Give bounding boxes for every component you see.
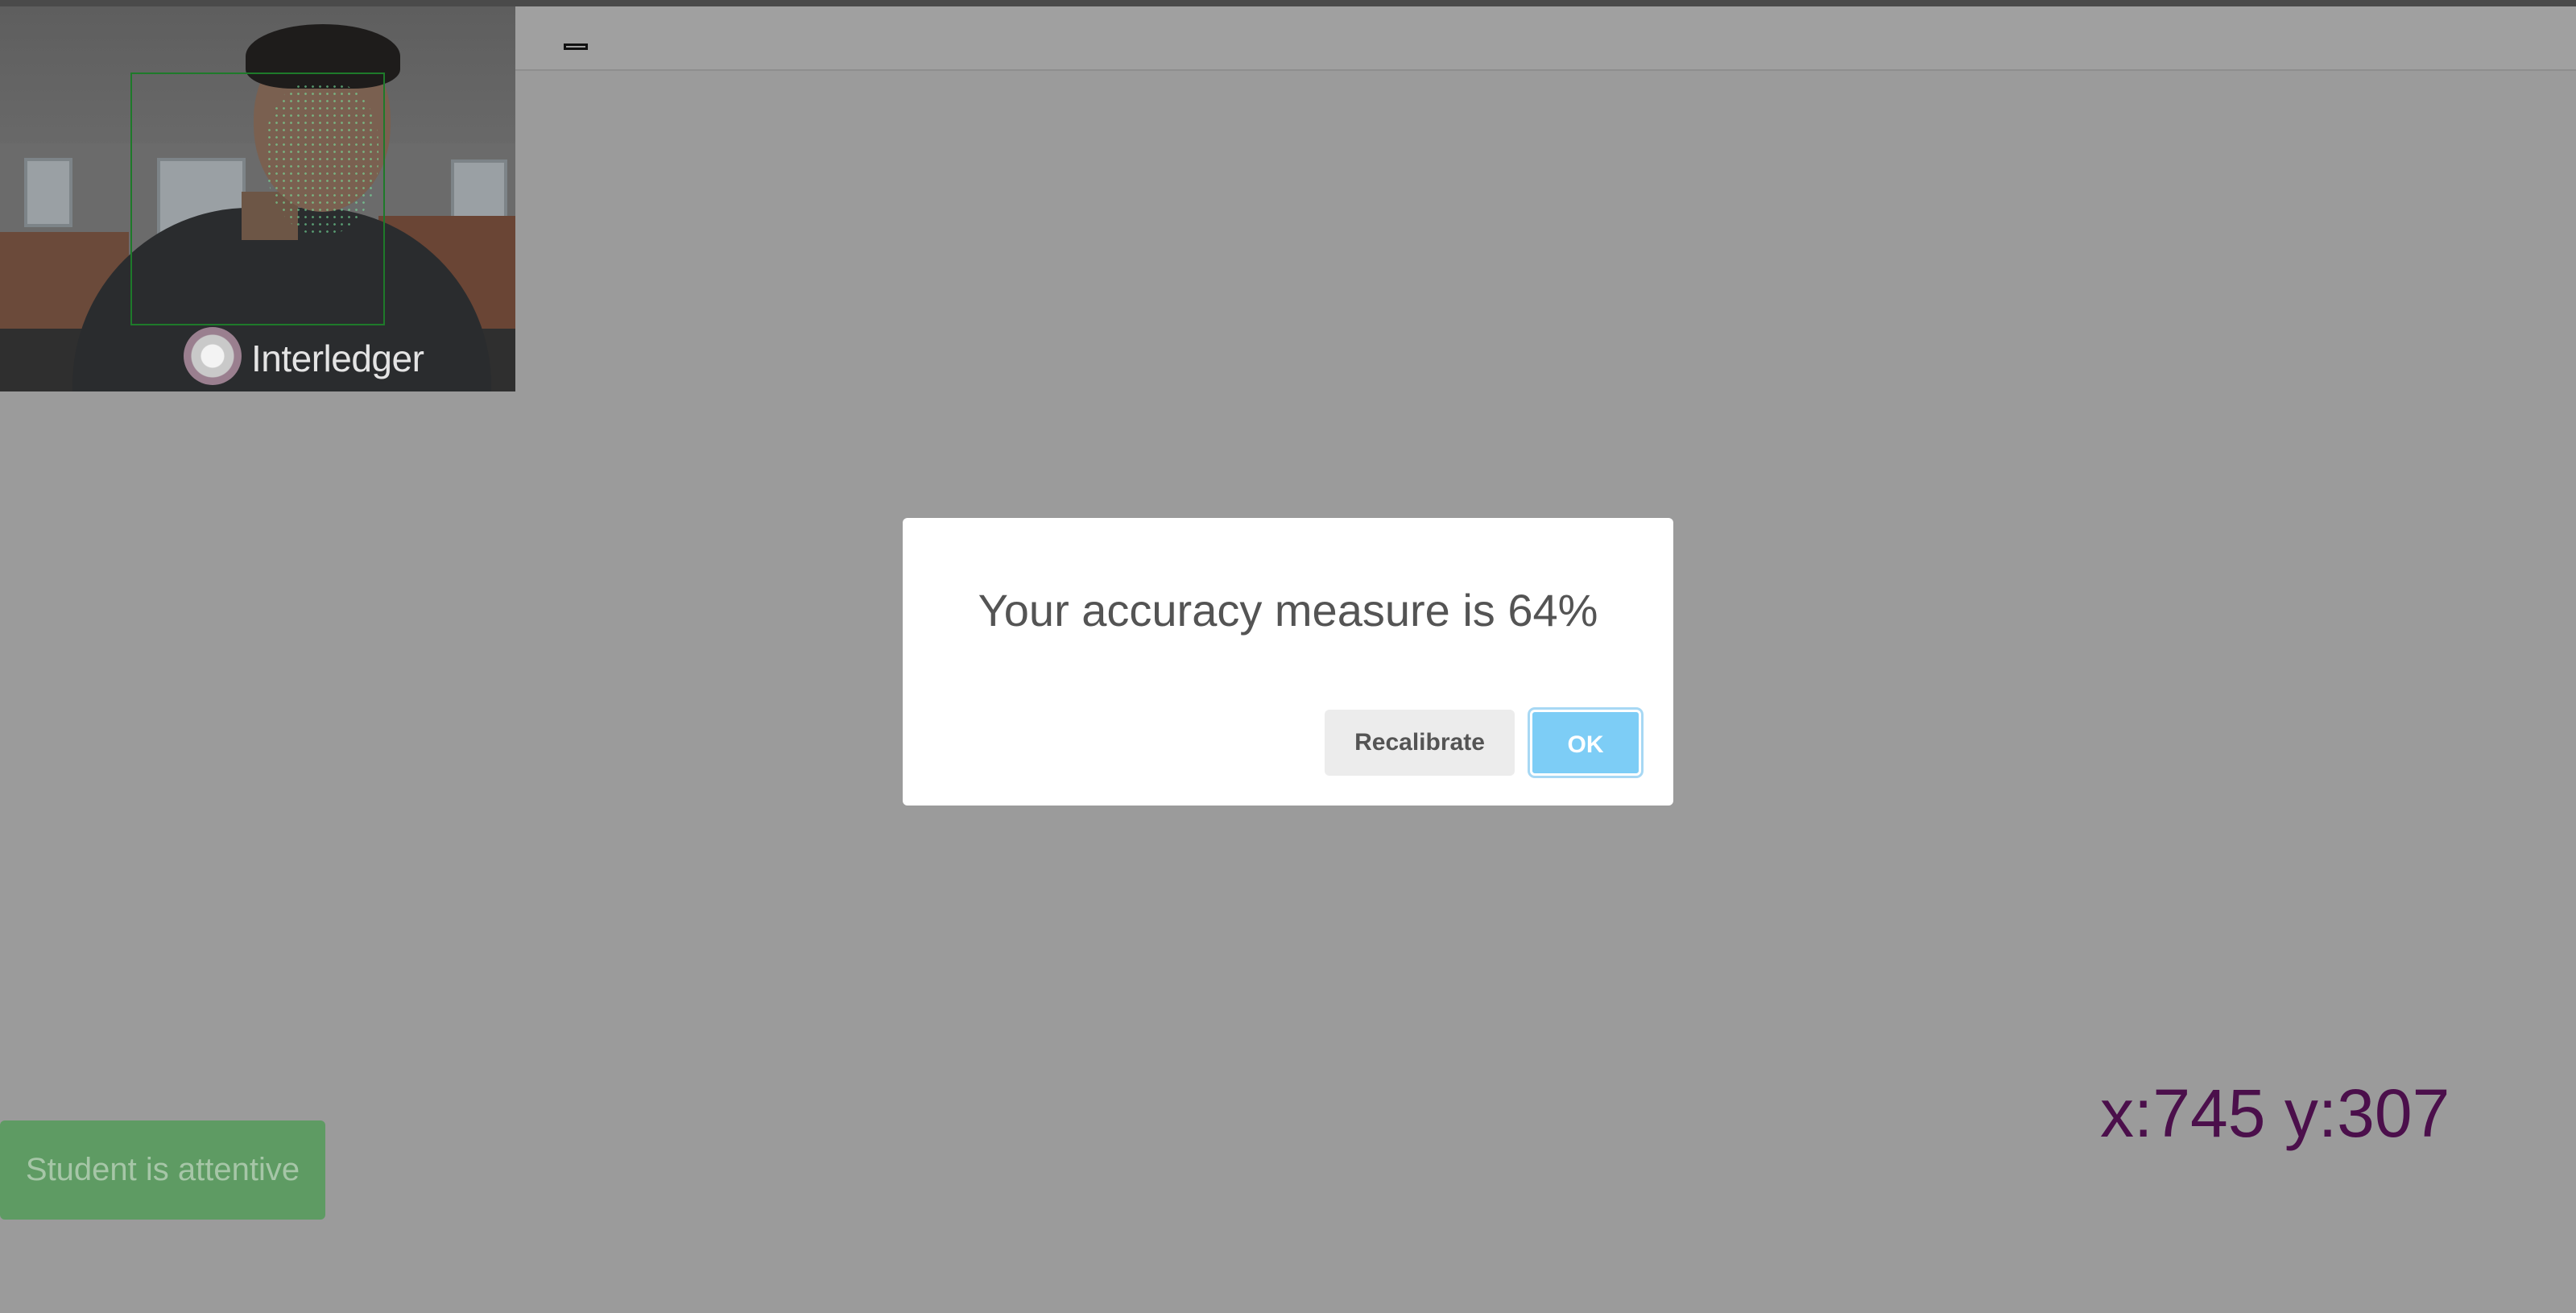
status-badge: Student is attentive: [0, 1120, 325, 1220]
recalibrate-button[interactable]: Recalibrate: [1325, 710, 1515, 776]
minimize-icon[interactable]: [564, 43, 588, 50]
ok-button[interactable]: OK: [1530, 710, 1641, 776]
page-header: [515, 6, 2576, 71]
dialog-title: Your accuracy measure is 64%: [978, 585, 1598, 636]
accuracy-dialog: Your accuracy measure is 64% Recalibrate…: [903, 518, 1673, 806]
shirt-logo-icon: [184, 327, 242, 385]
top-border: [0, 0, 2576, 6]
gaze-coordinates: x:745 y:307: [2100, 1075, 2450, 1151]
webcam-window: [24, 158, 72, 227]
shirt-text: Interledger: [251, 338, 424, 379]
face-detection-box: [130, 72, 385, 325]
webcam-preview: Interledger: [0, 6, 515, 391]
